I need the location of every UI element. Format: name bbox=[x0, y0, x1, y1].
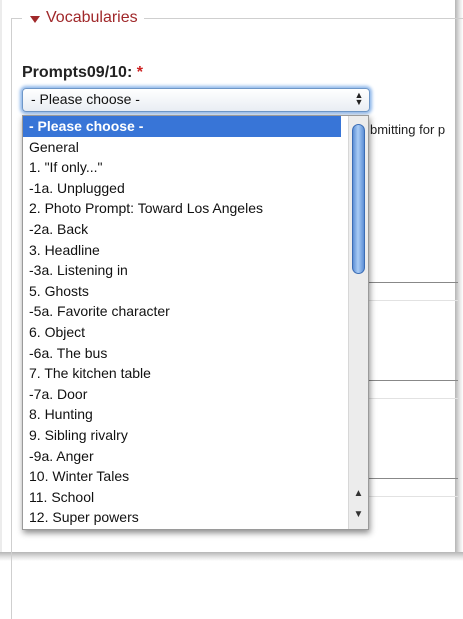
dropdown-options: - Please choose - General 1. "If only..." -… bbox=[23, 116, 368, 528]
dropdown-option[interactable]: 2. Photo Prompt: Toward Los Angeles bbox=[23, 198, 341, 219]
scroll-up-arrow-icon[interactable]: ▲ bbox=[349, 486, 368, 502]
select-current-value: - Please choose - bbox=[31, 91, 140, 107]
vocabularies-legend[interactable]: Vocabularies bbox=[22, 8, 144, 28]
dropdown-option[interactable]: 8. Hunting bbox=[23, 404, 341, 425]
dropdown-option[interactable]: -7a. Door bbox=[23, 384, 341, 405]
dropdown-option[interactable]: 5. Ghosts bbox=[23, 281, 341, 302]
window-left-edge bbox=[0, 0, 2, 561]
dropdown-option[interactable]: -2a. Back bbox=[23, 219, 341, 240]
dropdown-option[interactable]: -1a. Unplugged bbox=[23, 178, 341, 199]
up-down-arrows-icon: ▲ ▼ bbox=[354, 90, 364, 107]
dropdown-scrollbar[interactable]: ▲ ▼ bbox=[348, 116, 368, 529]
dropdown-option[interactable]: -6a. The bus bbox=[23, 343, 341, 364]
collapse-triangle-icon[interactable] bbox=[30, 15, 40, 23]
prompts-field-label: Prompts09/10: * bbox=[22, 64, 143, 82]
dropdown-option[interactable]: 6. Object bbox=[23, 322, 341, 343]
dropdown-option[interactable]: 9. Sibling rivalry bbox=[23, 425, 341, 446]
dropdown-option[interactable]: 11. School bbox=[23, 487, 341, 508]
dropdown-option[interactable]: 10. Winter Tales bbox=[23, 466, 341, 487]
dropdown-option[interactable]: -5a. Favorite character bbox=[23, 301, 341, 322]
prompts-select[interactable]: - Please choose - ▲ ▼ bbox=[22, 88, 370, 112]
dropdown-option[interactable]: - Please choose - bbox=[23, 116, 341, 137]
dropdown-option[interactable]: General bbox=[23, 137, 341, 158]
dropdown-option[interactable]: 12. Super powers bbox=[23, 507, 341, 528]
dropdown-option[interactable]: -3a. Listening in bbox=[23, 260, 341, 281]
background-partial-text: bmitting for p bbox=[370, 122, 446, 137]
dropdown-option[interactable]: 3. Headline bbox=[23, 240, 341, 261]
dropdown-option[interactable]: -9a. Anger bbox=[23, 446, 341, 467]
prompts-dropdown-list[interactable]: - Please choose - General 1. "If only..." -… bbox=[22, 115, 369, 530]
background-divider bbox=[368, 478, 458, 479]
scroll-down-arrow-icon[interactable]: ▼ bbox=[349, 507, 368, 523]
legend-label[interactable]: Vocabularies bbox=[46, 8, 138, 28]
dropdown-option[interactable]: 1. "If only..." bbox=[23, 157, 341, 178]
prompts-label-text: Prompts09/10: bbox=[22, 64, 133, 81]
background-divider bbox=[368, 282, 458, 283]
background-divider bbox=[368, 496, 458, 497]
background-divider bbox=[368, 398, 458, 399]
dropdown-option[interactable]: 7. The kitchen table bbox=[23, 363, 341, 384]
background-divider bbox=[368, 300, 458, 301]
required-marker: * bbox=[136, 64, 143, 81]
scrollbar-thumb[interactable] bbox=[352, 124, 365, 274]
background-divider bbox=[368, 380, 458, 381]
